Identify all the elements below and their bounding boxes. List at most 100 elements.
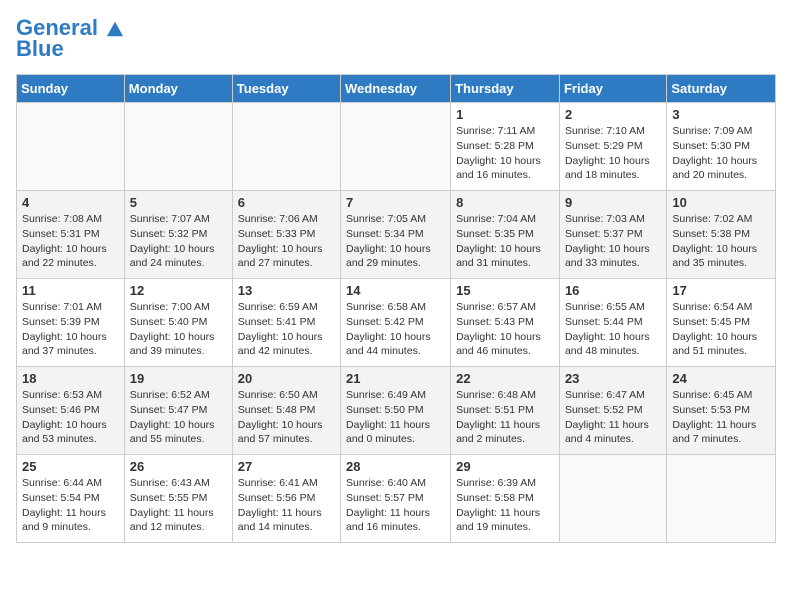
calendar-cell: [341, 103, 451, 191]
day-number: 25: [22, 459, 119, 474]
calendar-cell: 29 Sunrise: 6:39 AM Sunset: 5:58 PM Dayli…: [451, 455, 560, 543]
calendar-cell: 24 Sunrise: 6:45 AM Sunset: 5:53 PM Dayli…: [667, 367, 776, 455]
day-number: 23: [565, 371, 661, 386]
calendar-cell: 4 Sunrise: 7:08 AM Sunset: 5:31 PM Daylig…: [17, 191, 125, 279]
day-number: 10: [672, 195, 770, 210]
day-number: 11: [22, 283, 119, 298]
calendar-cell: 12 Sunrise: 7:00 AM Sunset: 5:40 PM Dayli…: [124, 279, 232, 367]
day-number: 2: [565, 107, 661, 122]
day-number: 20: [238, 371, 335, 386]
calendar-cell: 19 Sunrise: 6:52 AM Sunset: 5:47 PM Dayli…: [124, 367, 232, 455]
day-info: Sunrise: 6:48 AM Sunset: 5:51 PM Dayligh…: [456, 388, 554, 447]
calendar-cell: 1Sunrise: 7:11 AM Sunset: 5:28 PM Daylig…: [451, 103, 560, 191]
day-info: Sunrise: 7:03 AM Sunset: 5:37 PM Dayligh…: [565, 212, 661, 271]
calendar-table: SundayMondayTuesdayWednesdayThursdayFrid…: [16, 74, 776, 543]
calendar-week-row: 4 Sunrise: 7:08 AM Sunset: 5:31 PM Daylig…: [17, 191, 776, 279]
day-info: Sunrise: 6:49 AM Sunset: 5:50 PM Dayligh…: [346, 388, 445, 447]
calendar-cell: [667, 455, 776, 543]
calendar-cell: 14 Sunrise: 6:58 AM Sunset: 5:42 PM Dayli…: [341, 279, 451, 367]
calendar-cell: 26 Sunrise: 6:43 AM Sunset: 5:55 PM Dayli…: [124, 455, 232, 543]
day-info: Sunrise: 7:07 AM Sunset: 5:32 PM Dayligh…: [130, 212, 227, 271]
day-number: 4: [22, 195, 119, 210]
day-info: Sunrise: 7:08 AM Sunset: 5:31 PM Dayligh…: [22, 212, 119, 271]
header-day-saturday: Saturday: [667, 75, 776, 103]
calendar-cell: 5 Sunrise: 7:07 AM Sunset: 5:32 PM Daylig…: [124, 191, 232, 279]
calendar-cell: 2 Sunrise: 7:10 AM Sunset: 5:29 PM Daylig…: [559, 103, 666, 191]
calendar-week-row: 18Sunrise: 6:53 AM Sunset: 5:46 PM Dayli…: [17, 367, 776, 455]
day-number: 13: [238, 283, 335, 298]
day-info: Sunrise: 6:54 AM Sunset: 5:45 PM Dayligh…: [672, 300, 770, 359]
day-number: 8: [456, 195, 554, 210]
calendar-cell: 9 Sunrise: 7:03 AM Sunset: 5:37 PM Daylig…: [559, 191, 666, 279]
day-number: 21: [346, 371, 445, 386]
day-info: Sunrise: 7:01 AM Sunset: 5:39 PM Dayligh…: [22, 300, 119, 359]
header-day-monday: Monday: [124, 75, 232, 103]
day-info: Sunrise: 6:45 AM Sunset: 5:53 PM Dayligh…: [672, 388, 770, 447]
day-info: Sunrise: 7:11 AM Sunset: 5:28 PM Dayligh…: [456, 124, 554, 183]
day-info: Sunrise: 7:09 AM Sunset: 5:30 PM Dayligh…: [672, 124, 770, 183]
day-info: Sunrise: 7:05 AM Sunset: 5:34 PM Dayligh…: [346, 212, 445, 271]
calendar-cell: [17, 103, 125, 191]
header-day-sunday: Sunday: [17, 75, 125, 103]
day-number: 28: [346, 459, 445, 474]
calendar-cell: 18Sunrise: 6:53 AM Sunset: 5:46 PM Dayli…: [17, 367, 125, 455]
calendar-cell: 11 Sunrise: 7:01 AM Sunset: 5:39 PM Dayli…: [17, 279, 125, 367]
day-info: Sunrise: 6:50 AM Sunset: 5:48 PM Dayligh…: [238, 388, 335, 447]
header-day-wednesday: Wednesday: [341, 75, 451, 103]
calendar-cell: 20 Sunrise: 6:50 AM Sunset: 5:48 PM Dayli…: [232, 367, 340, 455]
calendar-header-row: SundayMondayTuesdayWednesdayThursdayFrid…: [17, 75, 776, 103]
calendar-cell: 6 Sunrise: 7:06 AM Sunset: 5:33 PM Daylig…: [232, 191, 340, 279]
calendar-week-row: 25 Sunrise: 6:44 AM Sunset: 5:54 PM Dayli…: [17, 455, 776, 543]
day-info: Sunrise: 7:04 AM Sunset: 5:35 PM Dayligh…: [456, 212, 554, 271]
day-number: 3: [672, 107, 770, 122]
day-number: 26: [130, 459, 227, 474]
calendar-cell: 8 Sunrise: 7:04 AM Sunset: 5:35 PM Daylig…: [451, 191, 560, 279]
day-number: 29: [456, 459, 554, 474]
calendar-body: 1Sunrise: 7:11 AM Sunset: 5:28 PM Daylig…: [17, 103, 776, 543]
calendar-cell: 21 Sunrise: 6:49 AM Sunset: 5:50 PM Dayli…: [341, 367, 451, 455]
day-number: 12: [130, 283, 227, 298]
header-day-friday: Friday: [559, 75, 666, 103]
day-number: 16: [565, 283, 661, 298]
calendar-cell: 28 Sunrise: 6:40 AM Sunset: 5:57 PM Dayli…: [341, 455, 451, 543]
calendar-cell: [124, 103, 232, 191]
calendar-cell: 25 Sunrise: 6:44 AM Sunset: 5:54 PM Dayli…: [17, 455, 125, 543]
day-info: Sunrise: 6:40 AM Sunset: 5:57 PM Dayligh…: [346, 476, 445, 535]
day-number: 24: [672, 371, 770, 386]
day-number: 6: [238, 195, 335, 210]
day-info: Sunrise: 6:55 AM Sunset: 5:44 PM Dayligh…: [565, 300, 661, 359]
day-info: Sunrise: 7:10 AM Sunset: 5:29 PM Dayligh…: [565, 124, 661, 183]
calendar-cell: 3 Sunrise: 7:09 AM Sunset: 5:30 PM Daylig…: [667, 103, 776, 191]
day-info: Sunrise: 6:47 AM Sunset: 5:52 PM Dayligh…: [565, 388, 661, 447]
day-info: Sunrise: 7:06 AM Sunset: 5:33 PM Dayligh…: [238, 212, 335, 271]
day-number: 5: [130, 195, 227, 210]
day-number: 14: [346, 283, 445, 298]
calendar-week-row: 1Sunrise: 7:11 AM Sunset: 5:28 PM Daylig…: [17, 103, 776, 191]
day-info: Sunrise: 6:39 AM Sunset: 5:58 PM Dayligh…: [456, 476, 554, 535]
header-day-thursday: Thursday: [451, 75, 560, 103]
day-number: 19: [130, 371, 227, 386]
day-info: Sunrise: 6:52 AM Sunset: 5:47 PM Dayligh…: [130, 388, 227, 447]
calendar-cell: 22Sunrise: 6:48 AM Sunset: 5:51 PM Dayli…: [451, 367, 560, 455]
day-info: Sunrise: 6:43 AM Sunset: 5:55 PM Dayligh…: [130, 476, 227, 535]
day-info: Sunrise: 7:00 AM Sunset: 5:40 PM Dayligh…: [130, 300, 227, 359]
day-info: Sunrise: 6:58 AM Sunset: 5:42 PM Dayligh…: [346, 300, 445, 359]
day-number: 17: [672, 283, 770, 298]
day-info: Sunrise: 6:41 AM Sunset: 5:56 PM Dayligh…: [238, 476, 335, 535]
day-number: 9: [565, 195, 661, 210]
header-day-tuesday: Tuesday: [232, 75, 340, 103]
day-info: Sunrise: 6:59 AM Sunset: 5:41 PM Dayligh…: [238, 300, 335, 359]
calendar-week-row: 11 Sunrise: 7:01 AM Sunset: 5:39 PM Dayli…: [17, 279, 776, 367]
logo: General Blue: [16, 16, 124, 62]
day-info: Sunrise: 6:57 AM Sunset: 5:43 PM Dayligh…: [456, 300, 554, 359]
calendar-cell: [232, 103, 340, 191]
calendar-cell: 27 Sunrise: 6:41 AM Sunset: 5:56 PM Dayli…: [232, 455, 340, 543]
calendar-cell: 23 Sunrise: 6:47 AM Sunset: 5:52 PM Dayli…: [559, 367, 666, 455]
day-number: 27: [238, 459, 335, 474]
calendar-cell: 10 Sunrise: 7:02 AM Sunset: 5:38 PM Dayli…: [667, 191, 776, 279]
day-number: 7: [346, 195, 445, 210]
day-info: Sunrise: 7:02 AM Sunset: 5:38 PM Dayligh…: [672, 212, 770, 271]
page-header: General Blue: [16, 16, 776, 62]
calendar-cell: 16 Sunrise: 6:55 AM Sunset: 5:44 PM Dayli…: [559, 279, 666, 367]
day-info: Sunrise: 6:44 AM Sunset: 5:54 PM Dayligh…: [22, 476, 119, 535]
